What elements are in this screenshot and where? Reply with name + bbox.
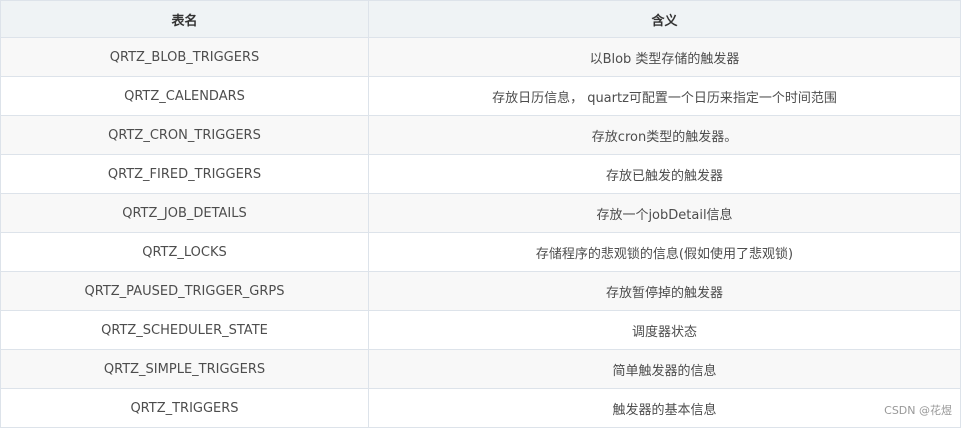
table-header-row: 表名 含义 (0, 0, 961, 38)
table-name-cell: QRTZ_CRON_TRIGGERS (0, 115, 369, 155)
meaning-cell: 存放日历信息， quartz可配置一个日历来指定一个时间范围 (368, 76, 961, 116)
table-name-cell: QRTZ_JOB_DETAILS (0, 193, 369, 233)
meaning-cell: 存放已触发的触发器 (368, 154, 961, 194)
table-row: QRTZ_PAUSED_TRIGGER_GRPS 存放暂停掉的触发器 (0, 271, 961, 311)
quartz-tables-table: 表名 含义 QRTZ_BLOB_TRIGGERS 以Blob 类型存储的触发器 … (0, 0, 961, 428)
table-header: 表名 含义 (0, 0, 961, 38)
table-body: QRTZ_BLOB_TRIGGERS 以Blob 类型存储的触发器 QRTZ_C… (0, 37, 961, 428)
meaning-cell: 调度器状态 (368, 310, 961, 350)
table-name-cell: QRTZ_TRIGGERS (0, 388, 369, 428)
table-row: QRTZ_BLOB_TRIGGERS 以Blob 类型存储的触发器 (0, 37, 961, 77)
meaning-cell: 存放一个jobDetail信息 (368, 193, 961, 233)
meaning-cell: 存储程序的悲观锁的信息(假如使用了悲观锁) (368, 232, 961, 272)
table-row: QRTZ_FIRED_TRIGGERS 存放已触发的触发器 (0, 154, 961, 194)
table-row: QRTZ_TRIGGERS 触发器的基本信息 (0, 388, 961, 428)
table-name-cell: QRTZ_PAUSED_TRIGGER_GRPS (0, 271, 369, 311)
table-row: QRTZ_SCHEDULER_STATE 调度器状态 (0, 310, 961, 350)
table-name-cell: QRTZ_BLOB_TRIGGERS (0, 37, 369, 77)
table-row: QRTZ_JOB_DETAILS 存放一个jobDetail信息 (0, 193, 961, 233)
table-name-cell: QRTZ_CALENDARS (0, 76, 369, 116)
table-row: QRTZ_CRON_TRIGGERS 存放cron类型的触发器。 (0, 115, 961, 155)
table-name-cell: QRTZ_SCHEDULER_STATE (0, 310, 369, 350)
csdn-watermark: CSDN @花煜 (884, 404, 952, 417)
meaning-cell: 存放暂停掉的触发器 (368, 271, 961, 311)
table-row: QRTZ_LOCKS 存储程序的悲观锁的信息(假如使用了悲观锁) (0, 232, 961, 272)
table-name-cell: QRTZ_SIMPLE_TRIGGERS (0, 349, 369, 389)
meaning-cell: 简单触发器的信息 (368, 349, 961, 389)
meaning-cell: 存放cron类型的触发器。 (368, 115, 961, 155)
table-name-cell: QRTZ_FIRED_TRIGGERS (0, 154, 369, 194)
meaning-cell: 触发器的基本信息 (368, 388, 961, 428)
header-meaning: 含义 (368, 0, 961, 38)
table-row: QRTZ_CALENDARS 存放日历信息， quartz可配置一个日历来指定一… (0, 76, 961, 116)
table-name-cell: QRTZ_LOCKS (0, 232, 369, 272)
meaning-cell: 以Blob 类型存储的触发器 (368, 37, 961, 77)
table-row: QRTZ_SIMPLE_TRIGGERS 简单触发器的信息 (0, 349, 961, 389)
header-table-name: 表名 (0, 0, 369, 38)
